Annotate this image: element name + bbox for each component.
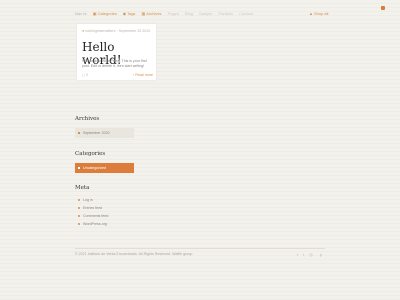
nav-item-home[interactable]: Nav br <box>75 11 87 16</box>
nav-item-portfolio[interactable]: Portfolio <box>218 11 233 16</box>
comment-icon: ◻ <box>82 73 85 77</box>
top-navigation: Nav br ▣ Categories ◆ Tags ▦ Archives Pages… <box>75 9 328 17</box>
nav-item-shop[interactable]: ▲ Shop all <box>309 11 328 16</box>
nav-item-sample[interactable]: Sample <box>199 11 213 16</box>
post-excerpt: Welcome to WordPress. This is your first… <box>82 59 147 68</box>
meta-list: Log in Entries feed Comments feed WordPr… <box>75 196 108 228</box>
bullet-icon <box>78 167 80 169</box>
nav-item-tags[interactable]: ◆ Tags <box>123 11 136 16</box>
meta-login-link[interactable]: Log in <box>75 196 108 204</box>
categories-title: Categories <box>75 151 106 157</box>
menu-toggle-button[interactable] <box>381 6 385 10</box>
facebook-icon[interactable]: f <box>297 252 298 257</box>
instagram-icon[interactable]: ◎ <box>309 252 313 257</box>
meta-entries-feed-link[interactable]: Entries feed <box>75 204 108 212</box>
user-icon: ● <box>82 29 85 33</box>
read-more-link[interactable]: › Read more <box>133 73 153 77</box>
nav-item-pages[interactable]: Pages <box>168 11 179 16</box>
social-links: f t ◎ p <box>297 252 327 257</box>
footer-divider <box>75 248 325 249</box>
post-card: ● nothingelsematters · September 25 2020… <box>77 24 156 80</box>
pinterest-icon[interactable]: p <box>320 252 322 257</box>
meta-title: Meta <box>75 185 90 191</box>
nav-item-categories[interactable]: ▣ Categories <box>93 11 117 16</box>
bullet-icon <box>78 132 80 134</box>
folder-icon: ▣ <box>92 10 97 16</box>
tag-icon: ◆ <box>122 10 126 16</box>
nav-item-blog[interactable]: Blog <box>185 11 193 16</box>
nav-item-contact[interactable]: Contact <box>239 11 253 16</box>
nav-item-archives[interactable]: ▦ Archives <box>141 11 161 16</box>
post-meta: ● nothingelsematters · September 25 2020 <box>82 29 151 33</box>
meta-wordpress-link[interactable]: WordPress.org <box>75 220 108 228</box>
comments-count[interactable]: ◻ 0 <box>82 73 88 77</box>
twitter-icon[interactable]: t <box>303 252 304 257</box>
archives-title: Archives <box>75 116 100 122</box>
category-item[interactable]: Uncategorized <box>75 163 134 173</box>
calendar-icon: ▦ <box>141 10 146 16</box>
meta-comments-feed-link[interactable]: Comments feed <box>75 212 108 220</box>
cart-icon: ▲ <box>309 10 313 16</box>
archive-item[interactable]: September 2020 <box>75 128 134 138</box>
footer-copyright: © 2021 Instituto de Venta Encuentrado. A… <box>75 252 193 256</box>
